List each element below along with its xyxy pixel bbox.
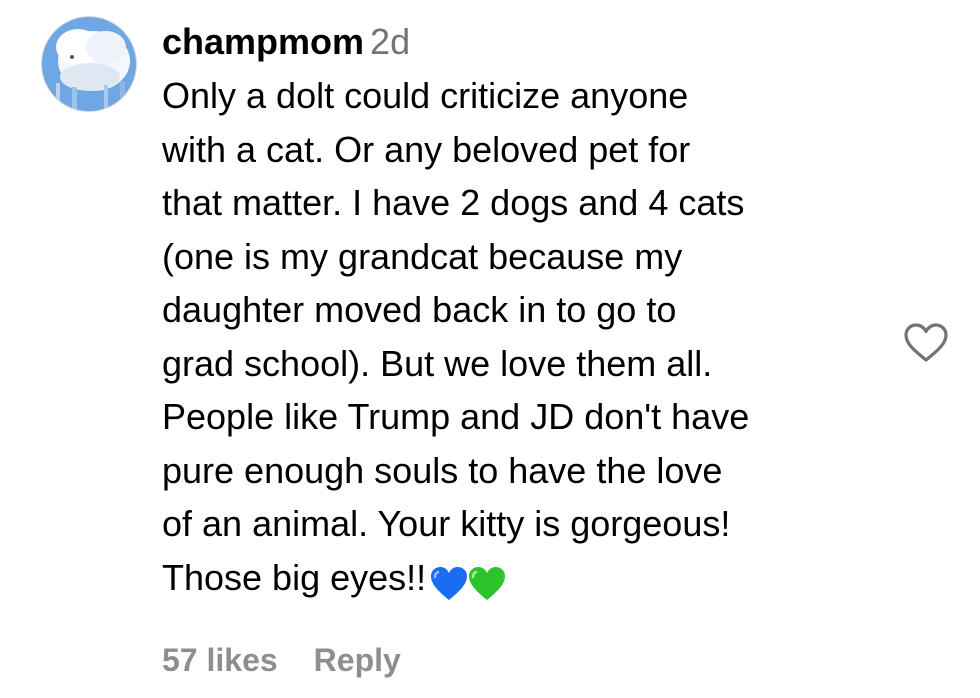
- reply-button[interactable]: Reply: [314, 642, 401, 678]
- comment-line: pure enough souls to have the love: [162, 449, 723, 491]
- cloud-sky-avatar-icon: [42, 17, 136, 111]
- comment-line: Only a dolt could criticize anyone: [162, 75, 689, 116]
- comment-line: People like Trump and JD don't have: [162, 396, 750, 437]
- comment-line: that matter. I have 2 dogs and 4 cats: [162, 182, 745, 223]
- comment-line: grad school). But we love them all.: [162, 342, 713, 384]
- likes-count[interactable]: 57 likes: [162, 642, 278, 678]
- comment-body: champmom 2d Only a dolt could criticize a…: [162, 20, 882, 608]
- username[interactable]: champmom: [162, 21, 364, 62]
- green-heart-emoji-icon: [469, 566, 506, 600]
- comment-header: champmom 2d: [162, 20, 882, 64]
- like-button[interactable]: [903, 322, 949, 364]
- comment-text: Only a dolt could criticize anyone with …: [162, 69, 882, 608]
- blue-heart-emoji-icon: [431, 566, 468, 600]
- comment-footer: 57 likes Reply: [162, 638, 401, 682]
- comment-line: daughter moved back in to go to: [162, 289, 677, 330]
- heart-emojis: [430, 555, 506, 609]
- comment-line: of an animal. Your kitty is gorgeous!: [162, 503, 731, 544]
- comment-line-last: Those big eyes!!: [162, 551, 882, 609]
- comment-line: with a cat. Or any beloved pet for: [162, 128, 691, 170]
- comment-line-text: Those big eyes!!: [162, 556, 427, 598]
- timestamp: 2d: [370, 21, 411, 62]
- comment: champmom 2d Only a dolt could criticize a…: [0, 0, 980, 698]
- comment-line: (one is my grandcat because my: [162, 235, 683, 277]
- heart-outline-icon: [904, 323, 948, 362]
- avatar[interactable]: [41, 16, 137, 112]
